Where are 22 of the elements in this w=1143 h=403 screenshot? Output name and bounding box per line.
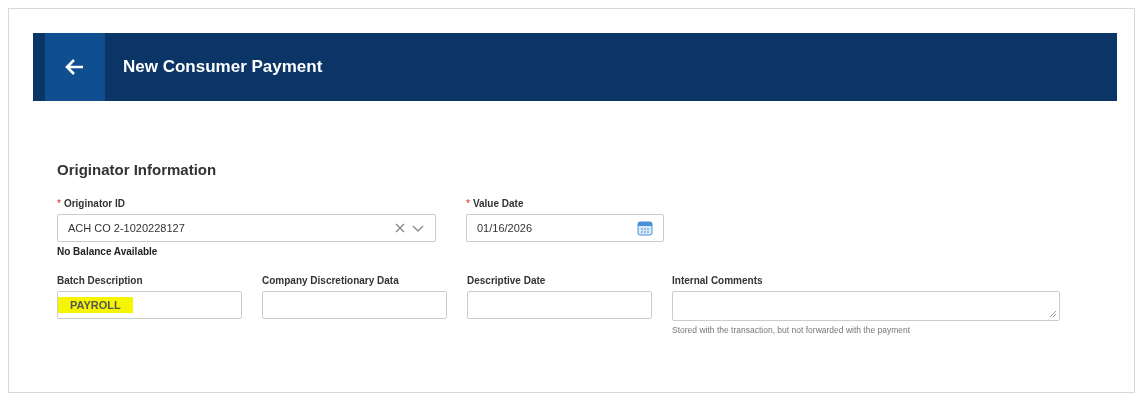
- select-field[interactable]: ACH CO 2-1020228127: [57, 214, 436, 242]
- input-field[interactable]: PAYROLL: [57, 291, 242, 319]
- field-label: Value Date: [472, 198, 524, 209]
- input-field[interactable]: [262, 291, 447, 319]
- clear-and-caret-icon: [395, 223, 425, 233]
- input-field[interactable]: [467, 291, 652, 319]
- back-arrow-icon: [65, 58, 85, 76]
- page-title: New Consumer Payment: [123, 57, 323, 77]
- field-label: Descriptive Date: [467, 275, 547, 286]
- section-title: Originator Information: [57, 161, 218, 178]
- field-label: Internal Comments: [672, 275, 764, 286]
- required-mark: *: [466, 198, 470, 209]
- required-mark: *: [57, 198, 61, 209]
- field-label: Originator ID: [63, 198, 126, 209]
- date-field[interactable]: 01/16/2026: [466, 214, 664, 242]
- field-hint: Stored with the transaction, but not forwarded with the payment: [672, 325, 912, 335]
- field-label: Batch Description: [57, 275, 144, 286]
- field-label: Company Discretionary Data: [262, 275, 400, 286]
- resize-grip-icon: [1049, 310, 1057, 318]
- balance-note: No Balance Available: [57, 246, 159, 257]
- comments-field[interactable]: [672, 291, 1060, 321]
- calendar-icon: [637, 220, 653, 236]
